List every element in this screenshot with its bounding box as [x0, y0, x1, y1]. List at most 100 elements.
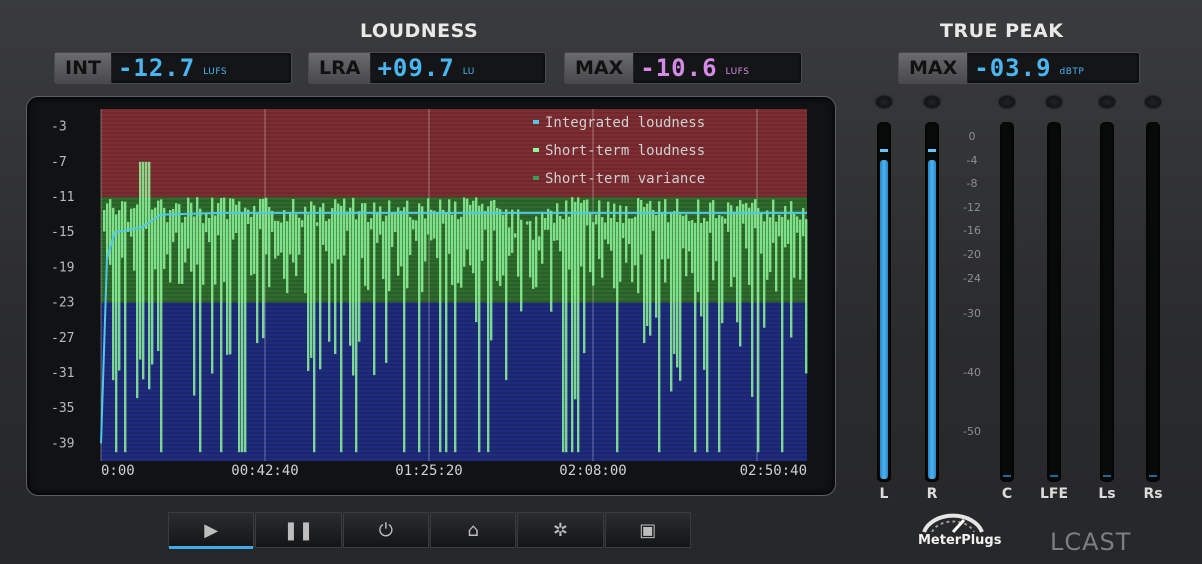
save-button[interactable]: ▣ [604, 512, 691, 548]
short-term-bar [775, 221, 778, 292]
channel-label: LFE [1039, 486, 1069, 502]
pause-button[interactable]: ❚❚ [255, 512, 342, 548]
clip-led-c[interactable] [999, 96, 1015, 108]
short-term-bar [427, 198, 430, 235]
short-term-bar [115, 214, 118, 453]
y-tick-label: -15 [51, 225, 74, 240]
short-term-bar [439, 199, 442, 453]
clip-led-r[interactable] [924, 96, 940, 108]
meter-peak-hold [880, 148, 888, 152]
short-term-bar [490, 200, 493, 341]
play-button[interactable]: ▶ [168, 512, 255, 549]
loudness-history-graph[interactable]: -3 -7 -11 -15 -19 -23 -27 -31 -35 -39 0:00 00:42:40… [26, 96, 836, 496]
short-term-bar [277, 220, 280, 256]
power-button[interactable]: ⏻ [342, 512, 429, 548]
short-term-bar [577, 197, 580, 453]
short-term-bar [403, 207, 406, 453]
short-term-bar [181, 222, 184, 284]
short-term-bar [541, 211, 544, 264]
short-term-bar [325, 220, 328, 252]
short-term-bar [709, 202, 712, 233]
short-term-bar [772, 199, 775, 243]
clip-led-rs[interactable] [1145, 96, 1161, 108]
short-term-bar [334, 199, 337, 355]
short-term-bar [526, 221, 529, 225]
legend-swatch [533, 120, 539, 124]
short-term-bar [757, 208, 760, 453]
short-term-bar [388, 200, 391, 292]
short-term-bar [208, 217, 211, 243]
short-term-bar [499, 209, 502, 287]
short-term-bar [682, 215, 685, 249]
short-term-bar [436, 212, 439, 258]
settings-icon: ✲ [552, 519, 569, 541]
short-term-bar [607, 201, 610, 245]
short-term-bar [121, 201, 124, 258]
short-term-bar [349, 207, 352, 346]
short-term-bar [274, 220, 277, 259]
meter-scale-label: -40 [963, 366, 981, 379]
max-loudness-value: -10.6 [640, 54, 718, 82]
short-term-bar [655, 215, 658, 318]
short-term-bar [415, 220, 418, 241]
int-unit: LUFS [203, 67, 228, 77]
short-term-bar [520, 219, 523, 312]
short-term-bar [364, 203, 367, 286]
true-peak-value: -03.9 [974, 54, 1052, 82]
int-label: INT [55, 53, 112, 83]
short-term-bar [562, 219, 565, 453]
pause-icon: ❚❚ [283, 519, 314, 541]
short-term-bar [508, 227, 511, 256]
legend-entry: Short-term variance [545, 171, 705, 187]
short-term-bar [787, 219, 790, 244]
short-term-bar [502, 214, 505, 276]
clip-led-lfe[interactable] [1046, 96, 1062, 108]
short-term-bar [304, 206, 307, 294]
short-term-bar [763, 221, 766, 328]
x-tick-label: 00:42:40 [231, 463, 298, 479]
channel-label: Ls [1098, 486, 1116, 502]
y-tick-label: -23 [51, 296, 74, 311]
short-term-bar [676, 198, 679, 368]
short-term-bar [184, 216, 187, 263]
clip-led-l[interactable] [876, 96, 892, 108]
short-term-bar [352, 197, 355, 376]
meter-ls [1100, 122, 1114, 482]
clip-led-ls[interactable] [1099, 96, 1115, 108]
short-term-bar [169, 210, 172, 283]
short-term-bar [670, 213, 673, 392]
short-term-bar [445, 213, 448, 453]
short-term-bar [160, 199, 163, 453]
short-term-bar [673, 211, 676, 354]
short-term-bar [235, 204, 238, 234]
short-term-bar [322, 203, 325, 245]
x-tick-label: 01:25:20 [395, 463, 462, 479]
short-term-bar [466, 198, 469, 250]
settings-button[interactable]: ✲ [517, 512, 604, 548]
short-term-bar [739, 200, 742, 347]
product-name: LCAST [1050, 528, 1132, 556]
meter-lfe [1047, 122, 1061, 482]
lcast-plugin-window: LOUDNESS TRUE PEAK INT -12.7 LUFS LRA +0… [0, 0, 1202, 564]
y-tick-label: -19 [51, 260, 74, 275]
short-term-bar [727, 202, 730, 232]
short-term-bar [166, 222, 169, 255]
short-term-bar [283, 210, 286, 279]
short-term-bar [157, 200, 160, 352]
true-peak-label: MAX [899, 53, 969, 83]
short-term-bar [457, 219, 460, 284]
integrated-loudness-readout: INT -12.7 LUFS [54, 52, 292, 84]
short-term-bar [679, 214, 682, 381]
short-term-bar [766, 210, 769, 280]
short-term-bar [760, 212, 763, 254]
short-term-bar [355, 219, 358, 453]
channel-label: R [926, 486, 938, 502]
short-term-bar [451, 214, 454, 285]
lra-unit: LU [462, 67, 475, 77]
short-term-bar [472, 200, 475, 274]
x-tick-label: 02:50:40 [740, 463, 807, 479]
short-term-bar [133, 208, 136, 271]
y-tick-label: -7 [51, 155, 67, 170]
home-button[interactable]: ⌂ [429, 512, 517, 548]
short-term-bar [517, 209, 520, 277]
